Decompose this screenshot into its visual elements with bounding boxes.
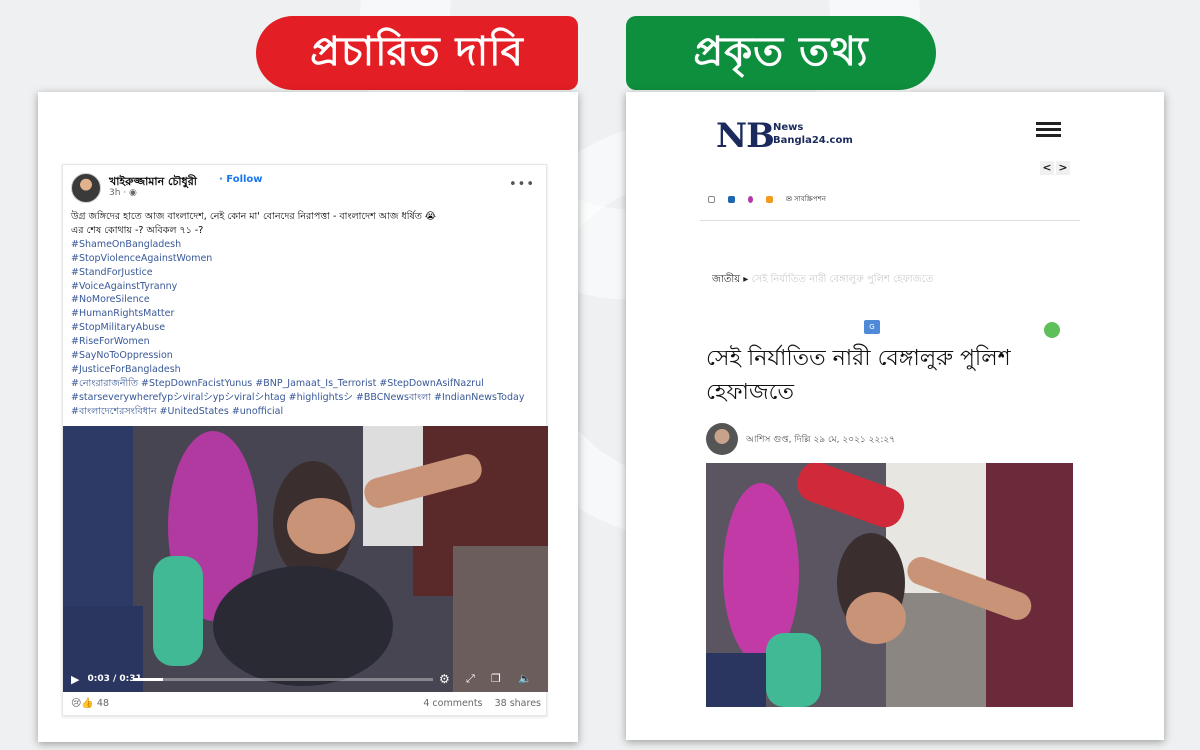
- avatar[interactable]: [71, 173, 101, 203]
- hashtag-link[interactable]: #NoMoreSilence: [71, 293, 541, 307]
- more-options-button[interactable]: •••: [509, 177, 535, 192]
- post-text-line: উগ্র জঙ্গিদের হাতে আজ বাংলাদেশ, নেই কোন …: [71, 211, 436, 222]
- hashtag-link[interactable]: #ShameOnBangladesh: [71, 238, 541, 252]
- divider: [700, 220, 1080, 221]
- hashtag-link[interactable]: #VoiceAgainstTyranny: [71, 280, 541, 294]
- miniplayer-icon[interactable]: ❐: [491, 672, 501, 685]
- breadcrumb: জাতীয় ▸ সেই নির্যাতিত নারী বেঙ্গালুরু প…: [712, 274, 934, 285]
- reactions-count[interactable]: 48: [97, 698, 109, 709]
- hashtag-link[interactable]: #SayNoToOppression: [71, 349, 541, 363]
- breadcrumb-current: সেই নির্যাতিত নারী বেঙ্গালুরু পুলিশ হেফা…: [751, 274, 934, 285]
- subscribe-label[interactable]: সাবস্ক্রিপশন: [794, 195, 826, 203]
- mail-icon: ✉: [786, 195, 792, 203]
- logo-sub-line: News: [773, 122, 804, 133]
- next-arrow-button[interactable]: >: [1056, 161, 1070, 175]
- volume-icon[interactable]: 🔈: [518, 672, 532, 685]
- post-time-text[interactable]: 3h ·: [109, 188, 129, 198]
- comments-count[interactable]: 4 comments: [423, 698, 482, 709]
- hashtag-line[interactable]: #starseverywherefypシviralシypシviralシhtag …: [71, 391, 541, 405]
- claim-panel: খাইরুজ্জামান চৌধুরী · Follow 3h · ◉ ••• …: [38, 92, 578, 742]
- play-icon[interactable]: ▶: [71, 673, 79, 686]
- video-progress-bar[interactable]: [133, 678, 433, 681]
- hashtag-line[interactable]: #বাংলাদেশেরসংবিধান #UnitedStates #unoffi…: [71, 405, 541, 419]
- shares-count[interactable]: 38 shares: [495, 698, 541, 709]
- follow-button[interactable]: · Follow: [219, 174, 263, 185]
- hamburger-menu-icon[interactable]: [1036, 122, 1061, 137]
- google-news-icon[interactable]: G: [864, 320, 880, 334]
- post-time[interactable]: 3h · ◉: [109, 188, 137, 198]
- instagram-icon[interactable]: [708, 195, 715, 203]
- microphone-icon[interactable]: [748, 195, 753, 203]
- fact-banner: প্রকৃত তথ্য: [626, 16, 936, 90]
- article-photo: [706, 463, 1073, 707]
- facebook-post: খাইরুজ্জামান চৌধুরী · Follow 3h · ◉ ••• …: [62, 164, 548, 716]
- rss-icon[interactable]: [766, 195, 773, 203]
- breadcrumb-section[interactable]: জাতীয়: [712, 274, 740, 285]
- fact-panel: NB News Bangla24.com < > ✉ সাবস্ক্রিপশন জ…: [626, 92, 1164, 740]
- post-footer: 😢👍 48 4 comments 38 shares: [71, 698, 541, 714]
- globe-icon: ◉: [129, 188, 137, 198]
- video-player[interactable]: ▶ 0:03 / 0:31 ⚙ ⤢ ❐ 🔈: [63, 426, 548, 692]
- post-header: খাইরুজ্জামান চৌধুরী · Follow 3h · ◉ •••: [71, 173, 541, 205]
- hashtag-link[interactable]: #RiseForWomen: [71, 335, 541, 349]
- author-avatar: [706, 423, 738, 455]
- social-links: ✉ সাবস্ক্রিপশন: [708, 193, 826, 205]
- article-image: [706, 463, 1073, 707]
- post-text: উগ্র জঙ্গিদের হাতে আজ বাংলাদেশ, নেই কোন …: [71, 210, 541, 419]
- gear-icon[interactable]: ⚙: [439, 672, 450, 686]
- reactions-icon[interactable]: 😢👍: [71, 698, 94, 709]
- post-text-line: এর শেষ কোথায় -? অবিকল ৭১ -?: [71, 224, 204, 236]
- video-progress-fill: [133, 678, 163, 681]
- video-controls: ▶ 0:03 / 0:31 ⚙ ⤢ ❐ 🔈: [63, 666, 548, 692]
- hashtag-link[interactable]: #JusticeForBangladesh: [71, 363, 541, 377]
- claim-banner: প্রচারিত দাবি: [256, 16, 578, 90]
- whatsapp-icon[interactable]: [1044, 322, 1060, 338]
- hashtag-line[interactable]: #নোংরারাজনীতি #StepDownFacistYunus #BNP_…: [71, 377, 541, 391]
- article-headline: সেই নির্যাতিত নারী বেঙ্গালুরু পুলিশ হেফা…: [706, 346, 1011, 405]
- expand-icon[interactable]: ⤢: [466, 672, 475, 686]
- linkedin-icon[interactable]: [728, 195, 735, 203]
- engagement-stats: 4 comments 38 shares: [423, 698, 541, 709]
- site-logo[interactable]: NB: [716, 116, 775, 156]
- site-logo-subtitle: News Bangla24.com: [773, 121, 853, 147]
- subscribe-link[interactable]: ✉ সাবস্ক্রিপশন: [786, 193, 826, 205]
- hashtag-link[interactable]: #StopMilitaryAbuse: [71, 321, 541, 335]
- hashtag-link[interactable]: #StopViolenceAgainstWomen: [71, 252, 541, 266]
- hashtag-link[interactable]: #HumanRightsMatter: [71, 307, 541, 321]
- author-byline: আশিস গুপ্ত, দিল্লি ২৯ মে, ২০২১ ২২:২৭: [746, 435, 896, 445]
- hashtag-link[interactable]: #StandForJustice: [71, 266, 541, 280]
- nav-arrows: < >: [1040, 161, 1072, 177]
- video-frame: [63, 426, 548, 692]
- prev-arrow-button[interactable]: <: [1040, 161, 1054, 175]
- logo-sub-line: Bangla24.com: [773, 135, 853, 146]
- follow-label[interactable]: Follow: [226, 174, 262, 185]
